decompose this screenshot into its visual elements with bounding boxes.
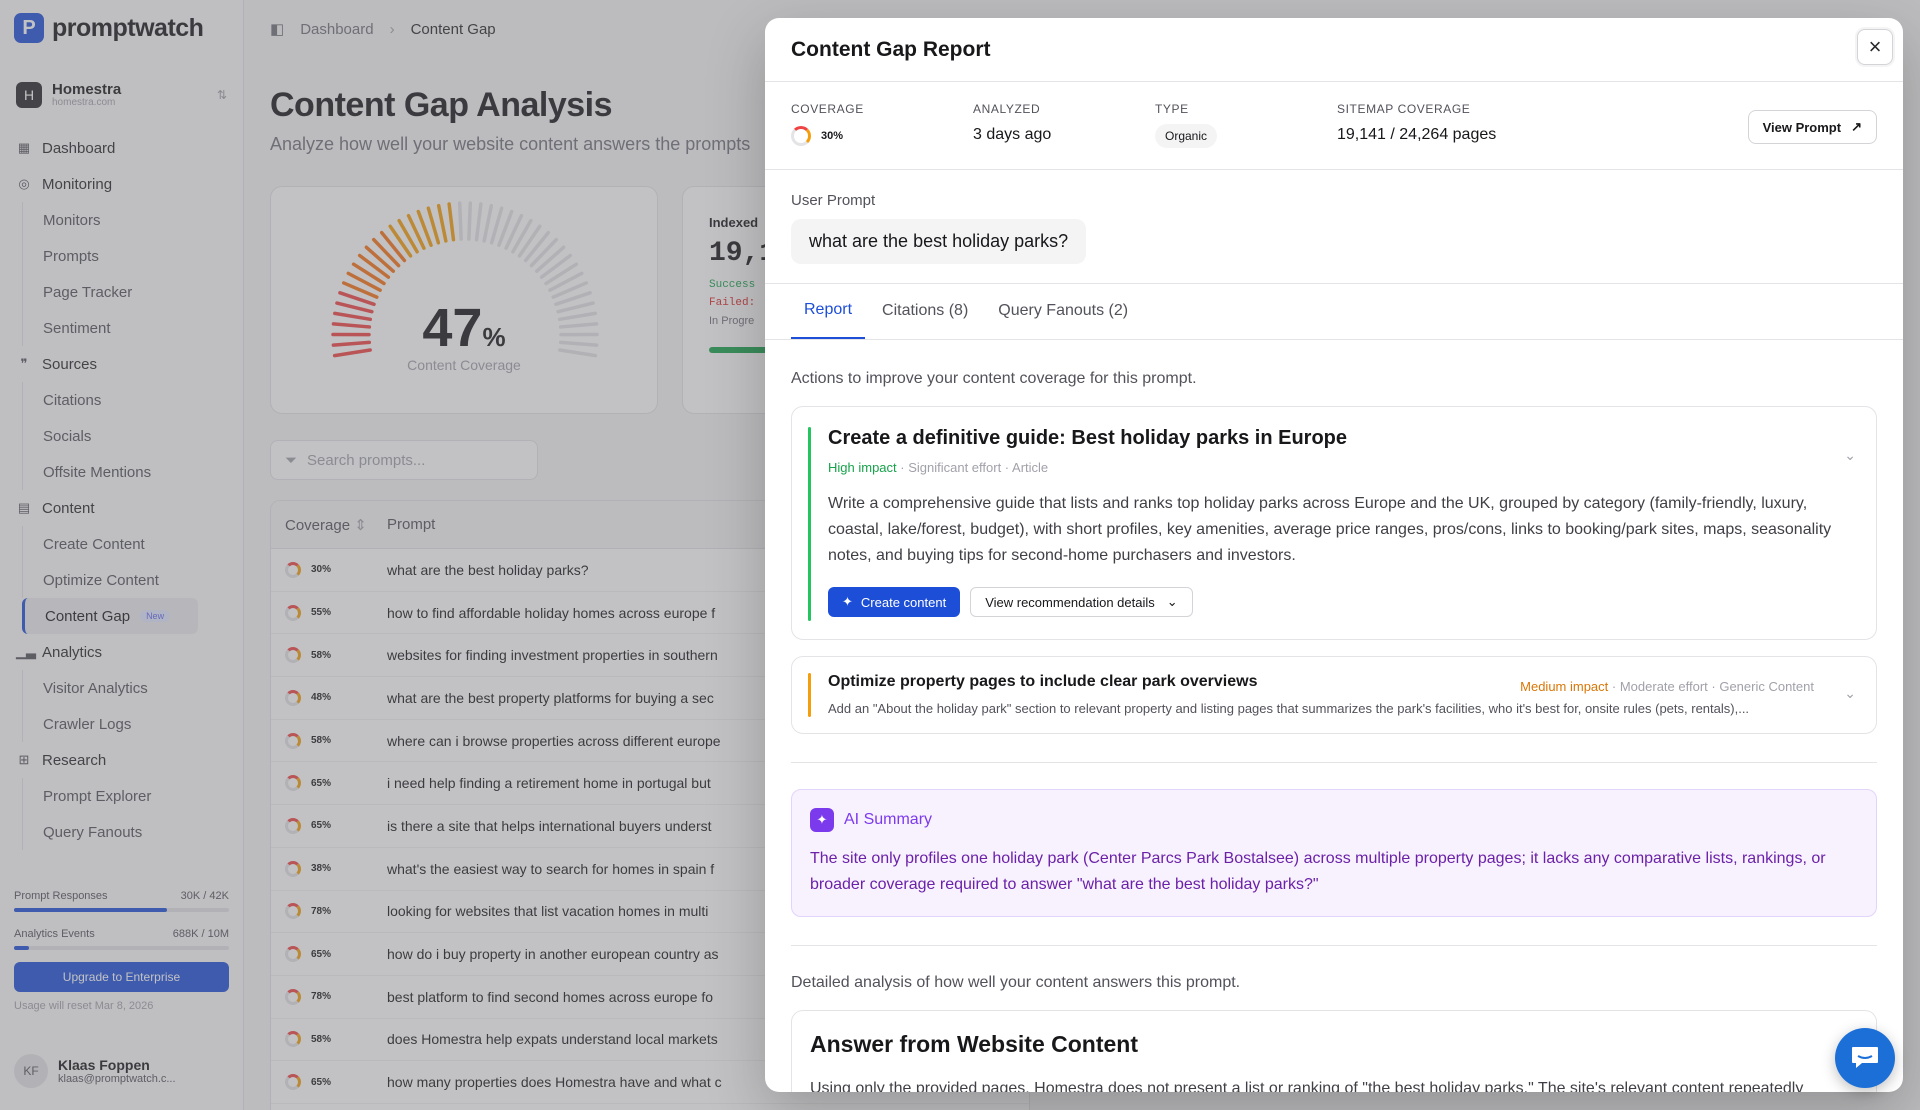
expand-chevron-icon[interactable]: ⌄ — [1844, 685, 1856, 702]
meta-type: TYPE Organic — [1155, 102, 1337, 148]
view-prompt-button[interactable]: View Prompt ↗ — [1747, 110, 1877, 144]
type-tag: Generic Content — [1719, 679, 1814, 694]
divider — [791, 762, 1877, 763]
meta-label: SITEMAP COVERAGE — [1337, 102, 1471, 116]
actions-intro: Actions to improve your content coverage… — [791, 370, 1197, 387]
collapse-chevron-icon[interactable]: ⌄ — [1844, 447, 1856, 464]
type-pill: Organic — [1155, 124, 1218, 148]
user-prompt-label: User Prompt — [791, 192, 876, 209]
chat-widget-button[interactable] — [1835, 1028, 1895, 1088]
content-gap-report-dialog: Content Gap Report × COVERAGE 30% ANALYZ… — [765, 18, 1903, 1092]
recommendation-title: Create a definitive guide: Best holiday … — [828, 427, 1348, 449]
impact-tag: High impact — [828, 460, 897, 475]
recommendation-description: Add an "About the holiday park" section … — [828, 701, 1750, 716]
chat-icon — [1852, 1047, 1878, 1068]
type-tag: Article — [1012, 460, 1049, 475]
impact-tag: Medium impact — [1520, 679, 1609, 694]
answer-title: Answer from Website Content — [810, 1031, 1138, 1057]
analysis-intro: Detailed analysis of how well your conte… — [791, 974, 1241, 991]
impact-bar — [808, 673, 811, 717]
meta-sitemap-value: 19,141 / 24,264 pages — [1337, 126, 1497, 143]
divider — [791, 945, 1877, 946]
button-label: View recommendation details — [985, 594, 1155, 610]
chevron-down-icon: ⌄ — [1166, 594, 1178, 609]
tab-citations[interactable]: Citations (8) — [869, 283, 981, 339]
meta-label: TYPE — [1155, 102, 1189, 116]
meta-label: COVERAGE — [791, 102, 864, 116]
dialog-header: Content Gap Report × — [765, 18, 1903, 82]
dialog-title: Content Gap Report — [791, 37, 991, 61]
recommendation-description: Write a comprehensive guide that lists a… — [828, 495, 1832, 564]
view-prompt-label: View Prompt — [1762, 119, 1842, 135]
meta-coverage: COVERAGE 30% — [791, 102, 973, 146]
effort-tag: Moderate effort — [1619, 679, 1708, 694]
tab-query-fanouts[interactable]: Query Fanouts (2) — [985, 283, 1141, 339]
recommendation-tags: High impact · Significant effort · Artic… — [828, 460, 1049, 475]
report-body: Actions to improve your content coverage… — [765, 340, 1903, 1092]
close-icon: × — [1868, 34, 1882, 59]
create-content-button[interactable]: ✦ Create content — [828, 587, 961, 617]
coverage-ring-icon — [791, 126, 811, 146]
recommendation-card[interactable]: Optimize property pages to include clear… — [791, 656, 1877, 734]
close-button[interactable]: × — [1857, 29, 1893, 65]
recommendation-tags: Medium impact · Moderate effort · Generi… — [1520, 679, 1814, 694]
answer-text: Using only the provided pages, Homestra … — [810, 1080, 1804, 1092]
button-label: Create content — [860, 594, 947, 610]
effort-tag: Significant effort — [908, 460, 1002, 475]
ai-summary: ✦ AI Summary The site only profiles one h… — [791, 789, 1877, 917]
meta-label: ANALYZED — [973, 102, 1041, 116]
sparkle-icon: ✦ — [810, 808, 834, 832]
answer-card: Answer from Website Content Using only t… — [791, 1010, 1877, 1092]
recommendation-actions: ✦ Create content View recommendation deta… — [828, 587, 1856, 617]
report-tabs: Report Citations (8) Query Fanouts (2) — [765, 284, 1903, 340]
meta-sitemap: SITEMAP COVERAGE 19,141 / 24,264 pages — [1337, 102, 1637, 144]
external-link-icon: ↗ — [1851, 119, 1862, 134]
user-prompt-bubble: what are the best holiday parks? — [791, 219, 1087, 264]
recommendation-card[interactable]: Create a definitive guide: Best holiday … — [791, 406, 1877, 640]
user-prompt-section: User Prompt what are the best holiday pa… — [765, 170, 1903, 284]
ai-summary-title: AI Summary — [844, 811, 933, 828]
tab-report[interactable]: Report — [791, 283, 866, 339]
view-recommendation-details-button[interactable]: View recommendation details ⌄ — [970, 587, 1193, 617]
report-meta: COVERAGE 30% ANALYZED 3 days ago TYPE Or… — [765, 82, 1903, 170]
meta-coverage-value: 30% — [821, 130, 844, 142]
meta-analyzed: ANALYZED 3 days ago — [973, 102, 1155, 144]
ai-summary-text: The site only profiles one holiday park … — [810, 850, 1826, 893]
meta-analyzed-value: 3 days ago — [973, 126, 1052, 143]
sparkle-icon: ✦ — [842, 594, 853, 609]
impact-bar — [808, 427, 811, 621]
